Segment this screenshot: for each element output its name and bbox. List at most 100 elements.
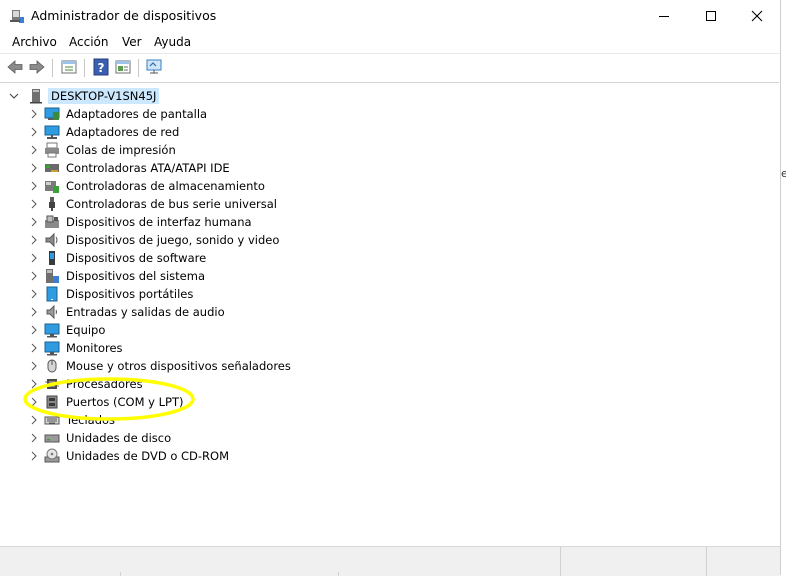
portable-device-icon bbox=[46, 286, 58, 302]
close-button[interactable] bbox=[734, 0, 780, 32]
monitor-icon bbox=[44, 341, 60, 356]
device-tree[interactable]: DESKTOP-V1SN45J Adaptadores de pantalla A… bbox=[0, 82, 779, 545]
tree-item[interactable]: Monitores bbox=[28, 339, 358, 357]
tree-item[interactable]: Mouse y otros dispositivos señaladores bbox=[28, 357, 358, 375]
maximize-icon bbox=[706, 11, 716, 21]
status-divider bbox=[706, 547, 707, 576]
chevron-right-icon[interactable] bbox=[28, 159, 40, 177]
chevron-right-icon[interactable] bbox=[28, 213, 40, 231]
minimize-button[interactable] bbox=[641, 0, 687, 32]
tree-item-label: Dispositivos portátiles bbox=[66, 287, 194, 301]
toolbar: ? bbox=[0, 53, 780, 82]
computer-icon bbox=[44, 323, 60, 338]
chevron-right-icon[interactable] bbox=[28, 231, 40, 249]
tree-item-label: Colas de impresión bbox=[66, 143, 176, 157]
tree-item-label: Dispositivos de software bbox=[66, 251, 207, 265]
toolbar-separator bbox=[84, 59, 85, 77]
chevron-right-icon[interactable] bbox=[28, 285, 40, 303]
device-manager-icon bbox=[10, 10, 24, 23]
tree-item-label: Monitores bbox=[66, 341, 123, 355]
forward-arrow-icon[interactable] bbox=[28, 58, 46, 76]
chevron-right-icon[interactable] bbox=[28, 123, 40, 141]
tree-item[interactable]: Controladoras de bus serie universal bbox=[28, 195, 358, 213]
tree-item[interactable]: Controladoras de almacenamiento bbox=[28, 177, 358, 195]
tree-item-label: Equipo bbox=[66, 323, 106, 337]
chevron-right-icon[interactable] bbox=[28, 195, 40, 213]
tree-item[interactable]: Entradas y salidas de audio bbox=[28, 303, 358, 321]
tree-root-label: DESKTOP-V1SN45J bbox=[48, 88, 160, 104]
menu-bar: Archivo Acción Ver Ayuda bbox=[0, 32, 780, 52]
properties-icon[interactable] bbox=[60, 58, 78, 76]
computer-tower-icon bbox=[30, 89, 42, 104]
tree-item-label: Adaptadores de pantalla bbox=[66, 107, 208, 121]
chevron-right-icon[interactable] bbox=[28, 267, 40, 285]
tree-item[interactable]: Dispositivos de software bbox=[28, 249, 358, 267]
menu-archivo[interactable]: Archivo bbox=[12, 35, 57, 49]
network-adapter-icon bbox=[44, 125, 60, 139]
tree-item[interactable]: Dispositivos de interfaz humana bbox=[28, 213, 358, 231]
tree-item-label: Dispositivos de interfaz humana bbox=[66, 215, 252, 229]
background-window-edge: e bbox=[781, 167, 786, 180]
tree-item-label: Controladoras ATA/ATAPI IDE bbox=[66, 161, 230, 175]
toolbar-separator bbox=[138, 59, 139, 77]
tree-item[interactable]: Equipo bbox=[28, 321, 358, 339]
tree-item[interactable]: Dispositivos del sistema bbox=[28, 267, 358, 285]
tree-item[interactable]: Unidades de disco bbox=[28, 429, 358, 447]
menu-ver[interactable]: Ver bbox=[122, 35, 142, 49]
details-pane-icon[interactable] bbox=[114, 58, 132, 76]
chevron-down-icon[interactable] bbox=[8, 87, 20, 105]
close-icon bbox=[751, 10, 763, 22]
chevron-right-icon[interactable] bbox=[28, 357, 40, 375]
chevron-right-icon[interactable] bbox=[28, 339, 40, 357]
audio-io-icon bbox=[46, 304, 57, 320]
toolbar-separator bbox=[52, 59, 53, 77]
status-divider bbox=[560, 547, 561, 576]
tree-item-label: Unidades de DVD o CD-ROM bbox=[66, 449, 230, 463]
tree-item[interactable]: Adaptadores de pantalla bbox=[28, 105, 358, 123]
chevron-right-icon[interactable] bbox=[28, 141, 40, 159]
status-divider bbox=[338, 572, 339, 576]
usb-icon bbox=[49, 197, 55, 211]
tree-item[interactable]: Controladoras ATA/ATAPI IDE bbox=[28, 159, 358, 177]
display-adapter-icon bbox=[44, 107, 60, 120]
tree-item-label: Adaptadores de red bbox=[66, 125, 180, 139]
tree-item-label: Mouse y otros dispositivos señaladores bbox=[66, 359, 291, 373]
hid-icon bbox=[45, 215, 59, 228]
tree-item[interactable]: Dispositivos de juego, sonido y video bbox=[28, 231, 358, 249]
mouse-icon bbox=[47, 359, 57, 373]
help-icon[interactable]: ? bbox=[92, 58, 110, 76]
scan-hardware-icon[interactable] bbox=[145, 58, 163, 76]
menu-accion[interactable]: Acción bbox=[69, 35, 108, 49]
back-arrow-icon[interactable] bbox=[6, 58, 24, 76]
chevron-right-icon[interactable] bbox=[28, 321, 40, 339]
software-device-icon bbox=[49, 251, 55, 265]
maximize-button[interactable] bbox=[688, 0, 734, 32]
svg-text:?: ? bbox=[98, 61, 105, 75]
window-title: Administrador de dispositivos bbox=[31, 8, 217, 23]
highlight-annotation bbox=[23, 377, 195, 421]
title-bar[interactable]: Administrador de dispositivos bbox=[0, 0, 780, 32]
ide-controller-icon bbox=[45, 164, 59, 172]
status-bar bbox=[0, 546, 780, 576]
tree-item-label: Controladoras de bus serie universal bbox=[66, 197, 277, 211]
tree-item[interactable]: Dispositivos portátiles bbox=[28, 285, 358, 303]
minimize-icon bbox=[659, 16, 669, 17]
tree-item-label: Dispositivos de juego, sonido y video bbox=[66, 233, 280, 247]
tree-item[interactable]: Unidades de DVD o CD-ROM bbox=[28, 447, 358, 465]
storage-controller-icon bbox=[45, 181, 59, 193]
system-device-icon bbox=[46, 269, 59, 283]
chevron-right-icon[interactable] bbox=[28, 447, 40, 465]
chevron-right-icon[interactable] bbox=[28, 429, 40, 447]
menu-ayuda[interactable]: Ayuda bbox=[154, 35, 191, 49]
chevron-right-icon[interactable] bbox=[28, 249, 40, 267]
chevron-right-icon[interactable] bbox=[28, 303, 40, 321]
print-queue-icon bbox=[45, 142, 59, 158]
tree-item[interactable]: Adaptadores de red bbox=[28, 123, 358, 141]
speaker-icon bbox=[45, 232, 58, 248]
dvd-drive-icon bbox=[44, 448, 60, 463]
tree-item[interactable]: Colas de impresión bbox=[28, 141, 358, 159]
chevron-right-icon[interactable] bbox=[28, 177, 40, 195]
tree-item-label: Entradas y salidas de audio bbox=[66, 305, 225, 319]
device-manager-window: Administrador de dispositivos Archivo Ac… bbox=[0, 0, 781, 576]
chevron-right-icon[interactable] bbox=[28, 105, 40, 123]
